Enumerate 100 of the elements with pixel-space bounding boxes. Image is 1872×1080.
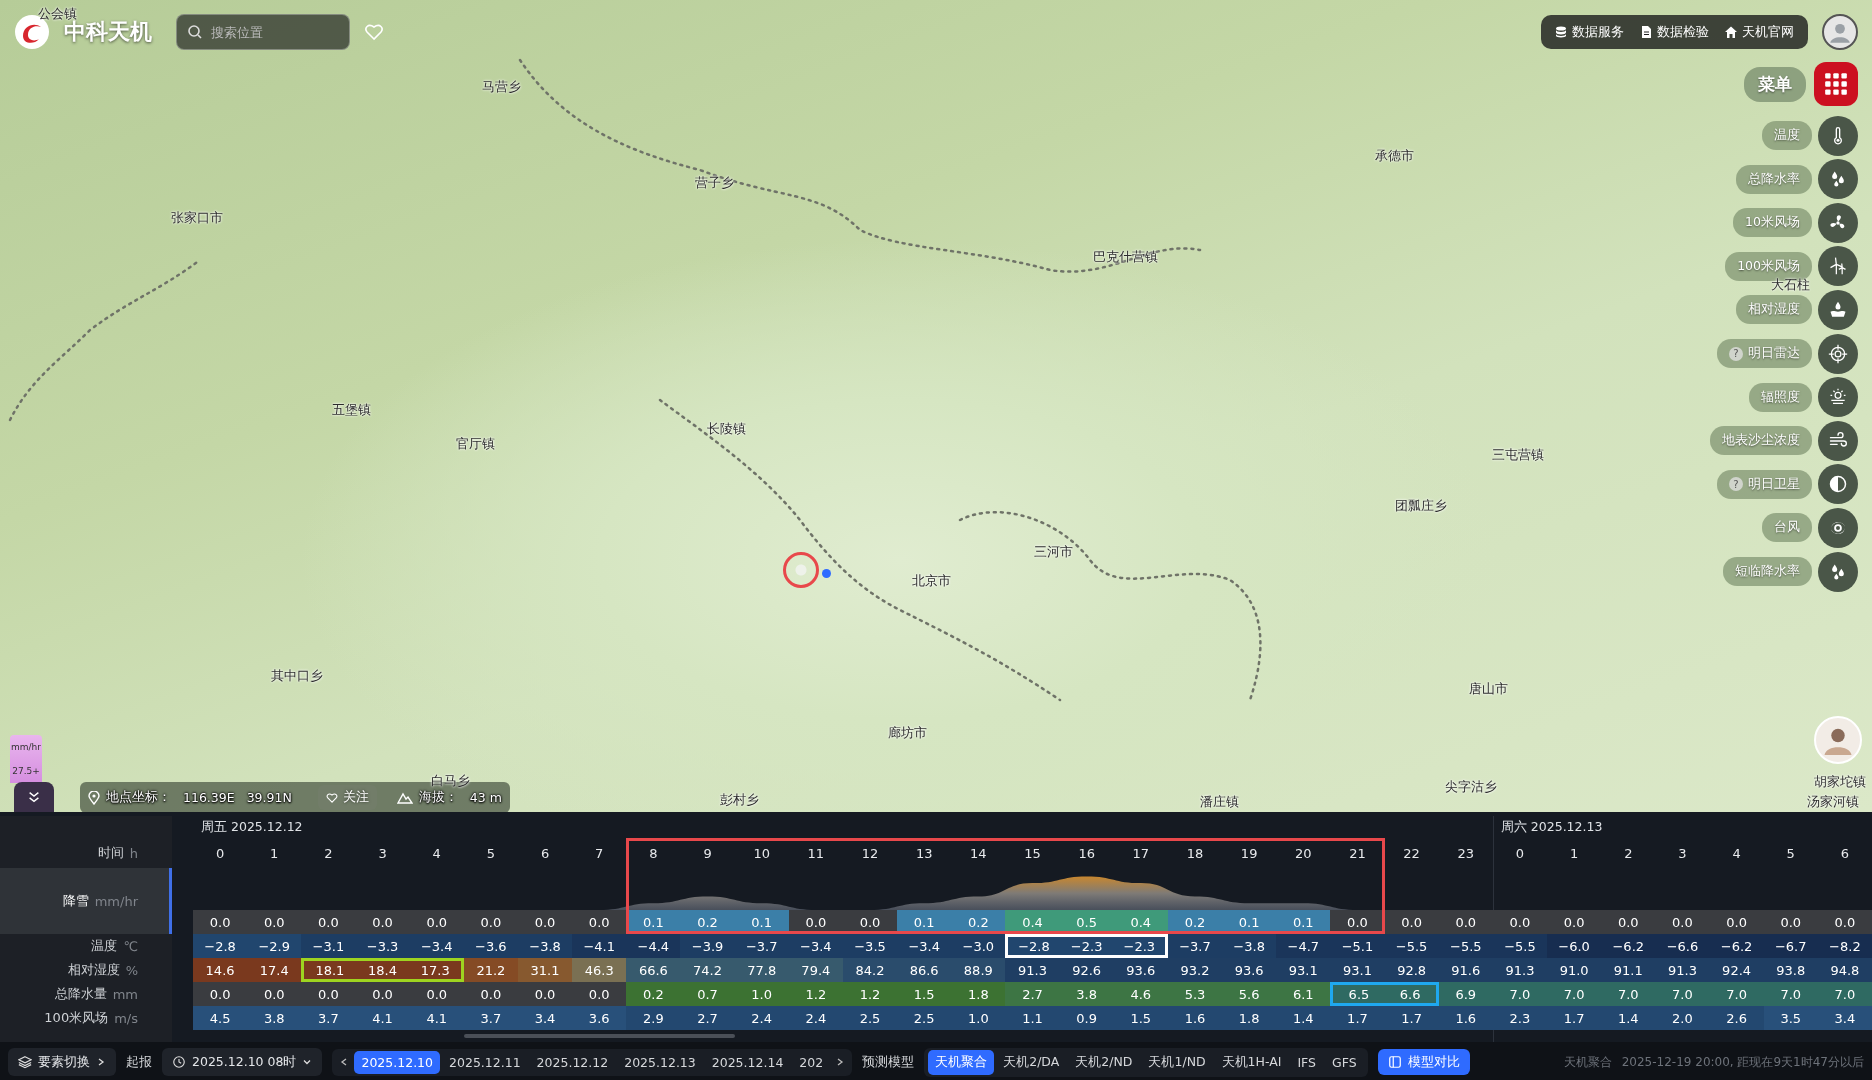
wind-turbine-icon <box>1828 256 1848 277</box>
table-cell: 18.1 <box>301 958 356 982</box>
help-badge[interactable]: ? <box>1729 346 1743 361</box>
layer-label[interactable]: ? 明日卫星 <box>1717 469 1812 499</box>
table-cell: 6.6 <box>1384 982 1439 1006</box>
menu-button[interactable] <box>1814 62 1858 106</box>
layer-button[interactable] <box>1818 115 1858 156</box>
date-tab[interactable]: 2025.12.11 <box>442 1050 528 1074</box>
table-cell: 93.1 <box>1330 958 1385 982</box>
hour-label: 13 <box>914 845 934 861</box>
layer-button[interactable] <box>1818 377 1858 418</box>
table-cell: 1.6 <box>1167 1006 1223 1030</box>
menu-label[interactable]: 菜单 <box>1744 66 1806 102</box>
table-cell: 0.0 <box>1547 910 1602 934</box>
layer-button[interactable] <box>1818 507 1858 548</box>
search-icon <box>187 24 203 40</box>
hour-label: 16 <box>1077 845 1096 861</box>
map-background[interactable] <box>0 0 1872 812</box>
layer-button[interactable] <box>1818 289 1858 330</box>
nav-link[interactable]: 数据服务 <box>1549 19 1630 45</box>
table-cell: 4.5 <box>193 1006 248 1030</box>
date-tab[interactable]: 2025.12.12 <box>529 1050 616 1074</box>
date-tab[interactable]: 202 <box>792 1050 831 1074</box>
hour-label: 20 <box>1294 845 1313 861</box>
layer-button[interactable] <box>1818 159 1858 200</box>
table-cell: 0.0 <box>1817 910 1872 934</box>
table-cell: 1.4 <box>1601 1006 1656 1030</box>
place-label: 承德市 <box>1374 147 1414 165</box>
element-switch-button[interactable]: 要素切换 <box>8 1048 116 1076</box>
table-cell: 2.7 <box>1005 982 1060 1006</box>
scrollbar-thumb[interactable] <box>463 1034 735 1038</box>
elevation-value: 43 m <box>469 790 502 805</box>
table-cell: 91.3 <box>1655 958 1710 982</box>
table-cell: −3.6 <box>463 934 518 958</box>
date-tab[interactable]: 2025.12.10 <box>354 1050 441 1074</box>
follow-button[interactable]: 关注 <box>317 785 377 810</box>
row-label[interactable]: 降雪 mm/hr <box>0 868 172 934</box>
layer-button[interactable] <box>1818 420 1858 461</box>
chevron-icon <box>27 790 41 804</box>
table-cell: 14.6 <box>193 958 248 982</box>
table-cell: 0.7 <box>680 982 735 1006</box>
model-tab[interactable]: 天机聚合 <box>928 1049 995 1075</box>
table-cell: 0.0 <box>247 982 302 1006</box>
database-icon <box>1555 26 1567 38</box>
hour-label: 1 <box>269 845 280 861</box>
row-label: 时间 h <box>96 844 139 863</box>
layer-label[interactable]: ? 明日雷达 <box>1717 339 1812 369</box>
model-tab[interactable]: 天机2/ND <box>1068 1049 1140 1075</box>
layer-button[interactable] <box>1818 464 1858 505</box>
legend-value: 27.5+ <box>12 766 40 776</box>
location-dot <box>822 569 831 578</box>
nav-link[interactable]: 天机官网 <box>1719 19 1800 45</box>
date-label: 周六 2025.12.13 <box>1499 818 1604 836</box>
row-label: 相对湿度 % <box>66 961 139 980</box>
place-label: 胡家坨镇 <box>1814 773 1866 791</box>
table-cell: 0.0 <box>409 982 464 1006</box>
table-cell: 2.6 <box>1709 1006 1764 1030</box>
layer-button[interactable] <box>1818 551 1858 592</box>
table-cell: 31.1 <box>517 958 573 982</box>
table-cell: −5.5 <box>1384 934 1439 958</box>
hour-label: 11 <box>806 845 826 861</box>
document-icon <box>1640 26 1652 38</box>
table-cell: 2.7 <box>680 1006 735 1030</box>
date-tab[interactable]: 2025.12.13 <box>617 1050 703 1074</box>
table-cell: 0.0 <box>1601 910 1656 934</box>
user-avatar[interactable] <box>1822 14 1858 50</box>
table-cell: 0.0 <box>1492 910 1548 934</box>
model-tab[interactable]: GFS <box>1325 1050 1364 1074</box>
search-field[interactable]: 搜索位置 <box>176 14 350 50</box>
table-cell: 0.0 <box>193 982 248 1006</box>
hour-label: 19 <box>1239 845 1259 861</box>
place-label: 其中口乡 <box>271 667 323 685</box>
layer-button[interactable] <box>1818 246 1858 287</box>
hour-label: 12 <box>860 845 880 861</box>
place-label: 公会镇 <box>37 5 77 21</box>
table-cell: 7.0 <box>1709 982 1764 1006</box>
table-cell: −3.9 <box>680 934 735 958</box>
help-badge[interactable]: ? <box>1729 477 1743 492</box>
model-tab[interactable]: IFS <box>1290 1050 1324 1074</box>
model-tab[interactable]: 天机1/ND <box>1141 1049 1213 1075</box>
model-tab[interactable]: 天机2/DA <box>996 1049 1067 1075</box>
date-tab[interactable]: 2025.12.14 <box>704 1050 791 1074</box>
collapse-button[interactable] <box>14 782 54 812</box>
nav-link[interactable]: 数据检验 <box>1634 19 1715 45</box>
table-cell: 46.3 <box>572 958 627 982</box>
table-cell: 0.0 <box>463 910 518 934</box>
table-cell: 0.0 <box>193 910 248 934</box>
table-cell: 0.0 <box>1763 910 1818 934</box>
hour-label: 0 <box>214 845 226 861</box>
table-cell: −4.7 <box>1276 934 1331 958</box>
hour-label: 22 <box>1402 845 1421 861</box>
table-cell: 1.1 <box>1005 1006 1060 1030</box>
assistant-avatar[interactable] <box>1814 716 1862 764</box>
clock-icon <box>172 1055 186 1069</box>
model-tab[interactable]: 天机1H-AI <box>1214 1049 1289 1075</box>
layer-button[interactable] <box>1818 333 1858 374</box>
layer-button[interactable] <box>1818 202 1858 243</box>
compare-button[interactable]: 模型对比 <box>1377 1049 1470 1075</box>
location-ring[interactable] <box>783 552 819 588</box>
start-time-dropdown[interactable]: 2025.12.10 08时 <box>162 1048 323 1076</box>
